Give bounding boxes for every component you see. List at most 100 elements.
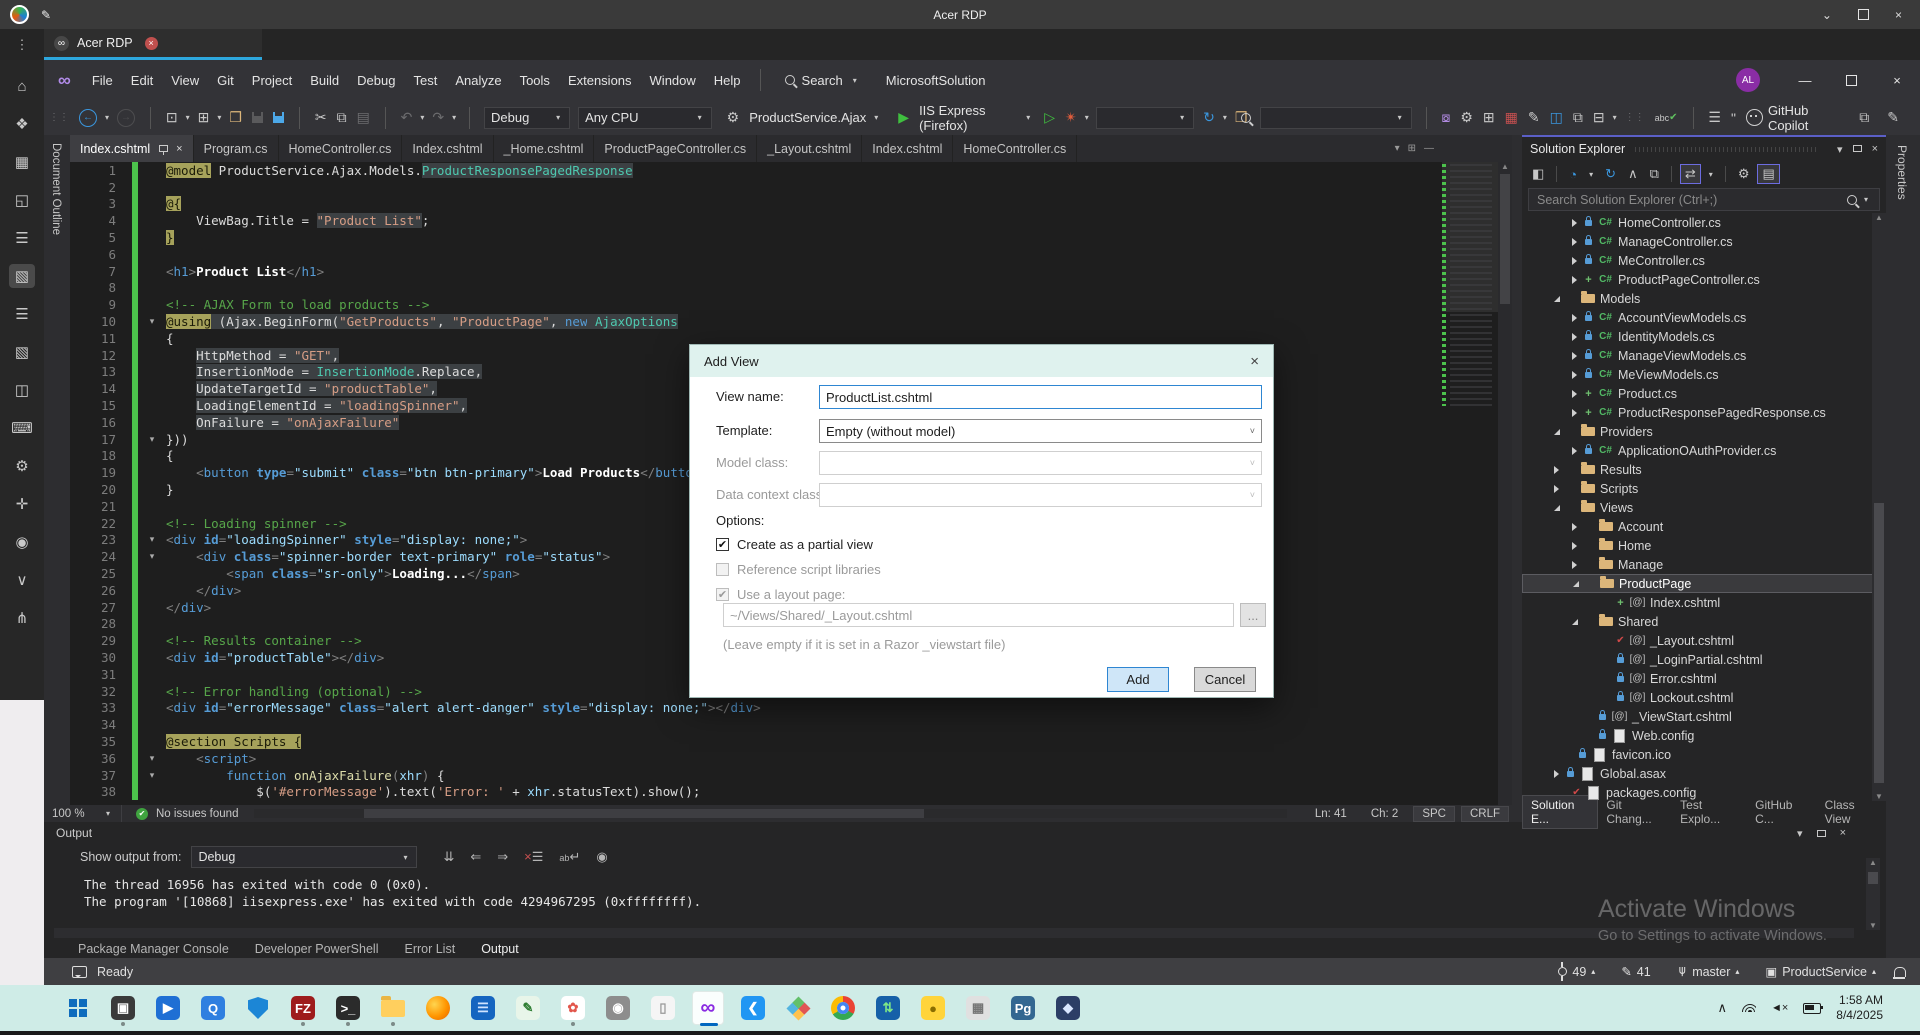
remote-desktop-icon[interactable]: ⇅	[872, 991, 904, 1025]
tree-item-views[interactable]: Views	[1522, 498, 1886, 517]
editor-vertical-scrollbar[interactable]: ▲	[1498, 162, 1512, 805]
tree-item-meviewmodels.cs[interactable]: C# MeViewModels.cs	[1522, 365, 1886, 384]
se-sync-chevron-icon[interactable]: ▾	[1705, 169, 1717, 180]
find-in-files-icon[interactable]: ❒	[1230, 109, 1257, 126]
output-vertical-scrollbar[interactable]: ▲ ▼	[1866, 858, 1880, 930]
tree-item-homecontroller.cs[interactable]: C# HomeController.cs	[1522, 213, 1886, 232]
striped-app-icon[interactable]: ☰	[467, 991, 499, 1025]
save-all-button[interactable]	[268, 112, 289, 123]
tree-item-global.asax[interactable]: Global.asax	[1522, 764, 1886, 783]
fold-chevron-icon[interactable]: ▾	[138, 316, 166, 327]
screenshot-icon[interactable]: ▧	[9, 264, 35, 288]
navigate-forward-button[interactable]: →	[112, 108, 140, 127]
user-tool-icon[interactable]: ✎	[1523, 109, 1545, 126]
panel-tab-package-manager-console[interactable]: Package Manager Console	[78, 942, 229, 956]
panel-tab-developer-powershell[interactable]: Developer PowerShell	[255, 942, 379, 956]
layout-icon[interactable]: ⧉	[1568, 109, 1588, 126]
wifi-icon[interactable]	[1741, 1004, 1756, 1012]
tree-item-manage[interactable]: Manage	[1522, 555, 1886, 574]
output-next-icon[interactable]: ⇒	[497, 849, 508, 865]
expander-expanded-icon[interactable]	[1550, 428, 1563, 435]
expander-collapsed-icon[interactable]	[1550, 769, 1563, 778]
expander-collapsed-icon[interactable]	[1550, 484, 1563, 493]
filezilla-icon[interactable]: FZ	[287, 991, 319, 1026]
minimap[interactable]	[1442, 162, 1498, 805]
new-project-button[interactable]: ⊡	[161, 109, 183, 126]
search-app-icon[interactable]: Q	[197, 991, 229, 1025]
indent-icon[interactable]: ☰	[1703, 109, 1726, 126]
paste-button[interactable]: ▤	[352, 109, 375, 126]
tree-item-index.cshtml[interactable]: + [@] Index.cshtml	[1522, 593, 1886, 612]
clear-output-icon[interactable]: ×☰	[524, 849, 543, 865]
tree-item-product.cs[interactable]: + C# Product.cs	[1522, 384, 1886, 403]
add-item-button[interactable]: ⊞	[193, 109, 215, 126]
tree-item-manageviewmodels.cs[interactable]: C# ManageViewModels.cs	[1522, 346, 1886, 365]
tree-item-productresponsepagedresponse.cs[interactable]: + C# ProductResponsePagedResponse.cs	[1522, 403, 1886, 422]
close-tab-icon[interactable]: ×	[176, 143, 182, 155]
code-line-4[interactable]: 4 ViewBag.Title = "Product List";	[70, 212, 1440, 230]
toolbox-icon[interactable]: ▦	[1500, 109, 1523, 126]
gray-app-icon[interactable]: ▦	[962, 991, 994, 1025]
display-icon[interactable]: ▧	[9, 340, 35, 364]
menu-tools[interactable]: Tools	[511, 73, 559, 88]
se-show-all-files-icon[interactable]: ▤	[1757, 164, 1780, 184]
refresh-icon[interactable]: ↻	[1198, 109, 1220, 126]
tree-item-lockout.cshtml[interactable]: [@] Lockout.cshtml	[1522, 688, 1886, 707]
spell-check-icon[interactable]: abc ✔	[1650, 112, 1683, 123]
file-explorer-icon[interactable]	[377, 991, 409, 1026]
tray-clock[interactable]: 1:58 AM 8/4/2025	[1836, 993, 1883, 1023]
expander-expanded-icon[interactable]	[1550, 504, 1563, 511]
home-window-icon[interactable]: ◫	[1545, 109, 1568, 126]
expander-expanded-icon[interactable]	[1568, 618, 1581, 625]
repository-picker-button[interactable]: ▣ ProductService ▴	[1757, 964, 1884, 980]
panel-tab-output[interactable]: Output	[481, 942, 519, 956]
diamond-app-icon[interactable]	[782, 991, 814, 1025]
code-line-36[interactable]: 36 ▾ <script>	[70, 749, 1440, 767]
record-icon[interactable]: ◉	[9, 530, 35, 554]
zoom-select[interactable]: 100 % ▾	[44, 805, 122, 822]
share-icon[interactable]: ⧉	[1854, 109, 1874, 126]
properties-side-tab[interactable]: Properties	[1886, 135, 1920, 958]
fold-chevron-icon[interactable]: ▾	[138, 753, 166, 764]
editor-tab-index.cshtml[interactable]: Index.cshtml ×	[70, 135, 194, 162]
list-icon[interactable]: ☰	[9, 302, 35, 326]
terminal-icon[interactable]: >_	[332, 991, 364, 1026]
expander-collapsed-icon[interactable]	[1568, 408, 1581, 417]
git-branch-icon[interactable]: ⋔	[9, 606, 35, 630]
editor-tab-program.cs[interactable]: Program.cs	[193, 135, 279, 162]
fold-chevron-icon[interactable]: ▾	[138, 551, 166, 562]
tree-item-providers[interactable]: Providers	[1522, 422, 1886, 441]
word-wrap-icon[interactable]: ab↵	[559, 849, 580, 865]
chevron-down-icon[interactable]: ∨	[9, 568, 35, 592]
se-switch-views-icon[interactable]: ◧	[1528, 165, 1548, 183]
live-share-icon[interactable]: ✎	[1882, 109, 1904, 126]
expander-collapsed-icon[interactable]	[1568, 256, 1581, 265]
expander-collapsed-icon[interactable]	[1568, 389, 1581, 398]
fold-chevron-icon[interactable]: ▾	[138, 534, 166, 545]
code-line-8[interactable]: 8	[70, 279, 1440, 297]
editor-tab-homecontroller.cs[interactable]: HomeController.cs	[953, 135, 1078, 162]
template-select[interactable]: Empty (without model) ˅	[819, 419, 1262, 443]
tree-item-_viewstart.cshtml[interactable]: [@] _ViewStart.cshtml	[1522, 707, 1886, 726]
tray-expand-chevron-icon[interactable]: ∧	[1717, 1000, 1727, 1016]
se-vertical-scrollbar[interactable]: ▲ ▼	[1872, 213, 1886, 801]
output-source-select[interactable]: Debug ▾	[191, 846, 418, 868]
se-pin-icon[interactable]	[1852, 145, 1862, 152]
github-copilot-icon[interactable]	[1741, 109, 1768, 126]
dialog-close-icon[interactable]: ×	[1250, 353, 1259, 370]
se-close-icon[interactable]: ×	[1872, 143, 1878, 155]
tree-item-favicon.ico[interactable]: favicon.ico	[1522, 745, 1886, 764]
tree-item-results[interactable]: Results	[1522, 460, 1886, 479]
fold-chevron-icon[interactable]: ▾	[138, 770, 166, 781]
editor-tab-productpagecontroller.cs[interactable]: ProductPageController.cs	[594, 135, 758, 162]
menu-file[interactable]: File	[83, 73, 122, 88]
code-line-34[interactable]: 34	[70, 716, 1440, 734]
issues-status[interactable]: No issues found	[156, 808, 238, 820]
cut-button[interactable]: ✂	[310, 109, 332, 126]
se-filter-chevron-icon[interactable]: ▾	[1585, 169, 1597, 180]
expander-collapsed-icon[interactable]	[1568, 522, 1581, 531]
expander-collapsed-icon[interactable]	[1568, 237, 1581, 246]
editor-horizontal-scrollbar[interactable]	[254, 809, 1287, 818]
tree-item-productpage[interactable]: ProductPage	[1522, 574, 1886, 593]
expander-collapsed-icon[interactable]	[1568, 370, 1581, 379]
